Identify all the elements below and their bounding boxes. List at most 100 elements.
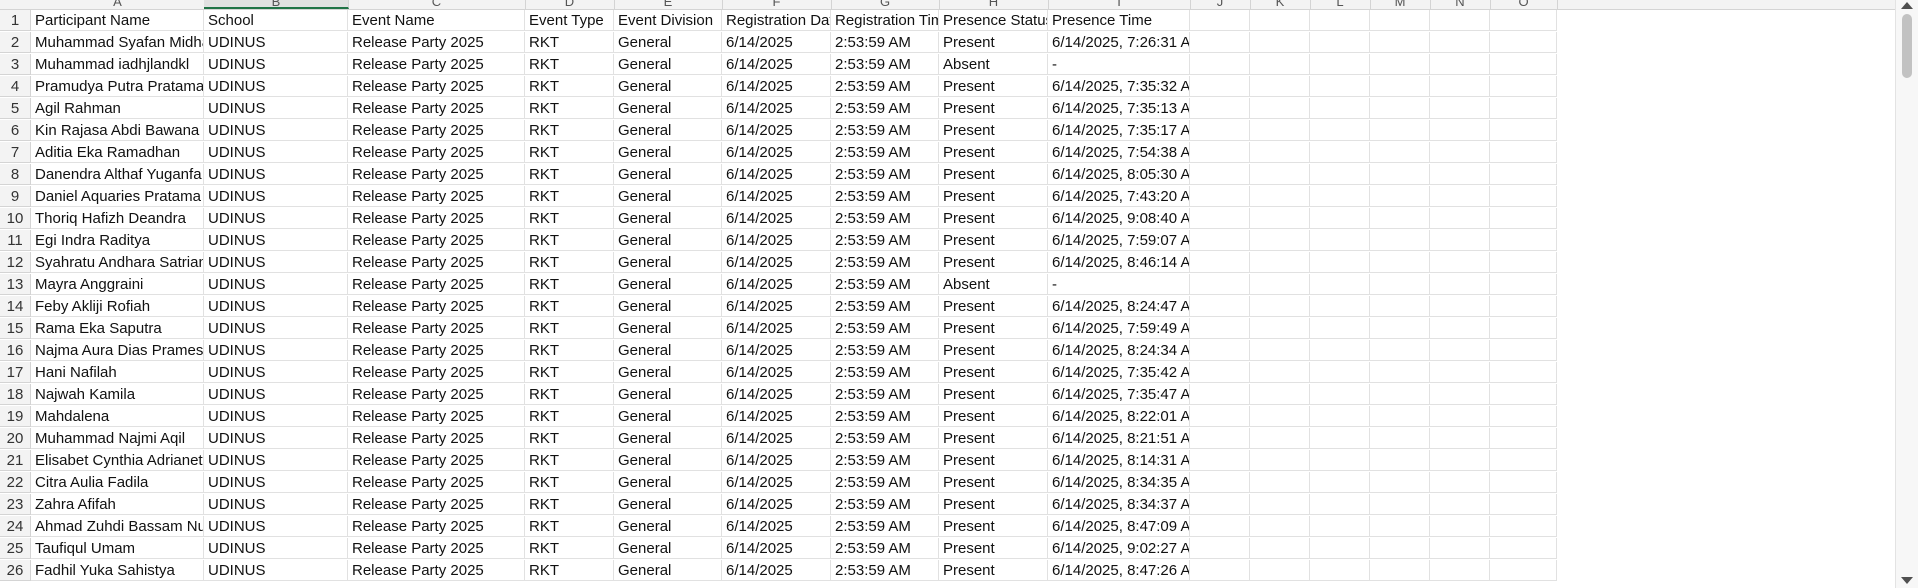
cell[interactable] — [1310, 318, 1370, 339]
cell[interactable]: UDINUS — [204, 142, 348, 163]
cell[interactable] — [1490, 98, 1557, 119]
cell[interactable]: RKT — [525, 340, 614, 361]
cell[interactable] — [1250, 296, 1310, 317]
cell[interactable]: RKT — [525, 362, 614, 383]
cell[interactable] — [1490, 10, 1557, 31]
row-number[interactable]: 24 — [0, 516, 31, 537]
cell[interactable] — [1370, 538, 1430, 559]
cell[interactable]: General — [614, 560, 722, 581]
cell[interactable]: Kin Rajasa Abdi Bawana — [31, 120, 204, 141]
scroll-up-arrow-icon[interactable] — [1901, 2, 1913, 9]
cell[interactable]: 6/14/2025 — [722, 318, 831, 339]
cell[interactable]: 2:53:59 AM — [831, 538, 939, 559]
column-header-e[interactable]: E — [614, 0, 723, 9]
cell[interactable] — [1430, 362, 1490, 383]
cell[interactable]: Release Party 2025 — [348, 230, 525, 251]
cell[interactable]: Present — [939, 230, 1048, 251]
cell[interactable]: 6/14/2025 — [722, 362, 831, 383]
cell[interactable]: UDINUS — [204, 516, 348, 537]
cell[interactable] — [1310, 186, 1370, 207]
cell[interactable]: UDINUS — [204, 186, 348, 207]
cell[interactable] — [1190, 340, 1250, 361]
cell[interactable]: Present — [939, 98, 1048, 119]
cell[interactable] — [1490, 384, 1557, 405]
cell[interactable] — [1250, 362, 1310, 383]
cell[interactable] — [1250, 384, 1310, 405]
cell[interactable] — [1370, 142, 1430, 163]
cell[interactable]: Present — [939, 32, 1048, 53]
cell[interactable]: Present — [939, 560, 1048, 581]
cell[interactable]: 2:53:59 AM — [831, 560, 939, 581]
cell[interactable]: UDINUS — [204, 450, 348, 471]
row-number[interactable]: 20 — [0, 428, 31, 449]
cell[interactable] — [1490, 252, 1557, 273]
cell[interactable]: 2:53:59 AM — [831, 472, 939, 493]
cell[interactable]: Present — [939, 318, 1048, 339]
cell[interactable]: Present — [939, 516, 1048, 537]
cell[interactable] — [1310, 10, 1370, 31]
cell[interactable]: Release Party 2025 — [348, 362, 525, 383]
cell[interactable]: UDINUS — [204, 230, 348, 251]
cell[interactable]: Present — [939, 142, 1048, 163]
cell[interactable] — [1370, 428, 1430, 449]
cell[interactable]: Release Party 2025 — [348, 274, 525, 295]
cell[interactable]: UDINUS — [204, 120, 348, 141]
cell[interactable]: General — [614, 472, 722, 493]
cell[interactable]: Rama Eka Saputra — [31, 318, 204, 339]
cell[interactable]: RKT — [525, 296, 614, 317]
cell[interactable]: Present — [939, 76, 1048, 97]
cell[interactable]: 6/14/2025, 7:26:31 AM — [1048, 32, 1190, 53]
cell[interactable]: Syahratu Andhara Satriani — [31, 252, 204, 273]
cell[interactable] — [1430, 208, 1490, 229]
cell[interactable] — [1310, 120, 1370, 141]
cell[interactable] — [1430, 516, 1490, 537]
cell[interactable] — [1490, 494, 1557, 515]
cell[interactable] — [1430, 274, 1490, 295]
cell[interactable]: Present — [939, 296, 1048, 317]
cell[interactable] — [1190, 76, 1250, 97]
cell[interactable]: 2:53:59 AM — [831, 164, 939, 185]
cell[interactable] — [1430, 472, 1490, 493]
row-number[interactable]: 19 — [0, 406, 31, 427]
cell[interactable] — [1430, 406, 1490, 427]
cell[interactable] — [1430, 494, 1490, 515]
cell[interactable]: Absent — [939, 274, 1048, 295]
vertical-scrollbar[interactable] — [1895, 0, 1918, 588]
cell[interactable]: Present — [939, 164, 1048, 185]
cell[interactable]: UDINUS — [204, 318, 348, 339]
cell[interactable]: General — [614, 296, 722, 317]
cell[interactable]: 6/14/2025, 8:34:37 AM — [1048, 494, 1190, 515]
cell[interactable] — [1490, 450, 1557, 471]
cell[interactable]: UDINUS — [204, 76, 348, 97]
cell[interactable]: 2:53:59 AM — [831, 230, 939, 251]
cell[interactable]: General — [614, 362, 722, 383]
cell[interactable] — [1370, 472, 1430, 493]
cell[interactable]: Present — [939, 208, 1048, 229]
cell[interactable] — [1370, 10, 1430, 31]
cell[interactable]: 6/14/2025 — [722, 76, 831, 97]
cell[interactable]: Muhammad Syafan Midhad — [31, 32, 204, 53]
cell[interactable]: RKT — [525, 186, 614, 207]
cell[interactable]: 2:53:59 AM — [831, 384, 939, 405]
cell[interactable]: Release Party 2025 — [348, 120, 525, 141]
cell[interactable] — [1250, 252, 1310, 273]
cell[interactable]: General — [614, 538, 722, 559]
cell[interactable]: Ahmad Zuhdi Bassam Nuris — [31, 516, 204, 537]
cell[interactable] — [1430, 252, 1490, 273]
cell[interactable]: Presence Time — [1048, 10, 1190, 31]
cell[interactable]: 2:53:59 AM — [831, 120, 939, 141]
cell[interactable]: 6/14/2025, 8:05:30 AM — [1048, 164, 1190, 185]
cell[interactable]: General — [614, 186, 722, 207]
cell[interactable]: 2:53:59 AM — [831, 406, 939, 427]
cell[interactable]: Mahdalena — [31, 406, 204, 427]
cell[interactable]: 6/14/2025 — [722, 120, 831, 141]
cell[interactable] — [1490, 76, 1557, 97]
cell[interactable]: General — [614, 274, 722, 295]
cell[interactable]: 6/14/2025, 8:24:47 AM — [1048, 296, 1190, 317]
cell[interactable]: 2:53:59 AM — [831, 296, 939, 317]
cell[interactable] — [1490, 516, 1557, 537]
cell[interactable] — [1190, 10, 1250, 31]
cell[interactable]: 6/14/2025 — [722, 296, 831, 317]
cell[interactable]: UDINUS — [204, 208, 348, 229]
row-number[interactable]: 21 — [0, 450, 31, 471]
